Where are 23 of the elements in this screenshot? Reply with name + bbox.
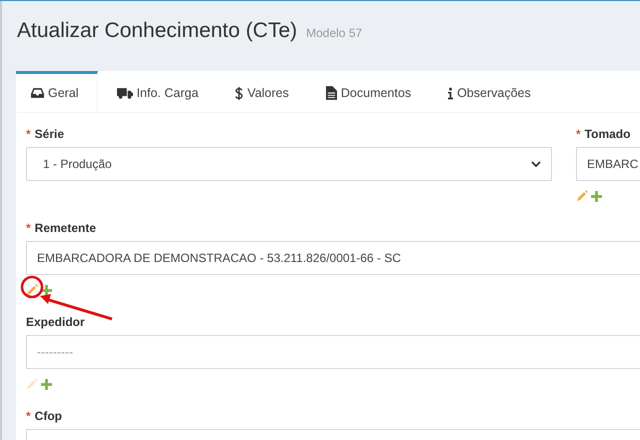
field-label: Remetente [34, 221, 96, 235]
page-title: Atualizar Conhecimento (CTe) [17, 19, 298, 43]
required-mark: * [576, 127, 581, 141]
required-mark: * [26, 221, 31, 235]
required-mark: * [26, 409, 31, 423]
tab[interactable]: Info. Carga [102, 71, 216, 112]
field-label: Expedidor [26, 315, 85, 329]
field-value: EMBARC [587, 157, 638, 171]
field-placeholder: --------- [37, 345, 73, 359]
input-field[interactable]: EMBARC [576, 147, 640, 181]
tab[interactable]: Geral [16, 71, 98, 112]
field-value: EMBARCADORA DE DEMONSTRACAO - 53.211.826/0001-66 - SC [37, 251, 401, 265]
input-field[interactable]: EMBARCADORA DE DEMONSTRACAO - 53.211.826/0001-66 - SC [26, 241, 640, 275]
field-label: Tomado [584, 127, 630, 141]
page-subtitle: Modelo 57 [306, 26, 362, 40]
field-label: Cfop [34, 409, 62, 423]
tab[interactable]: Documentos [310, 71, 430, 112]
field-label: Série [34, 127, 64, 141]
tab[interactable]: Observações [433, 71, 549, 112]
tab[interactable]: Valores [220, 71, 307, 112]
select-field[interactable]: 1 - Produção [26, 147, 552, 181]
field-value: 1 - Produção [43, 157, 112, 171]
required-mark: * [26, 127, 31, 141]
